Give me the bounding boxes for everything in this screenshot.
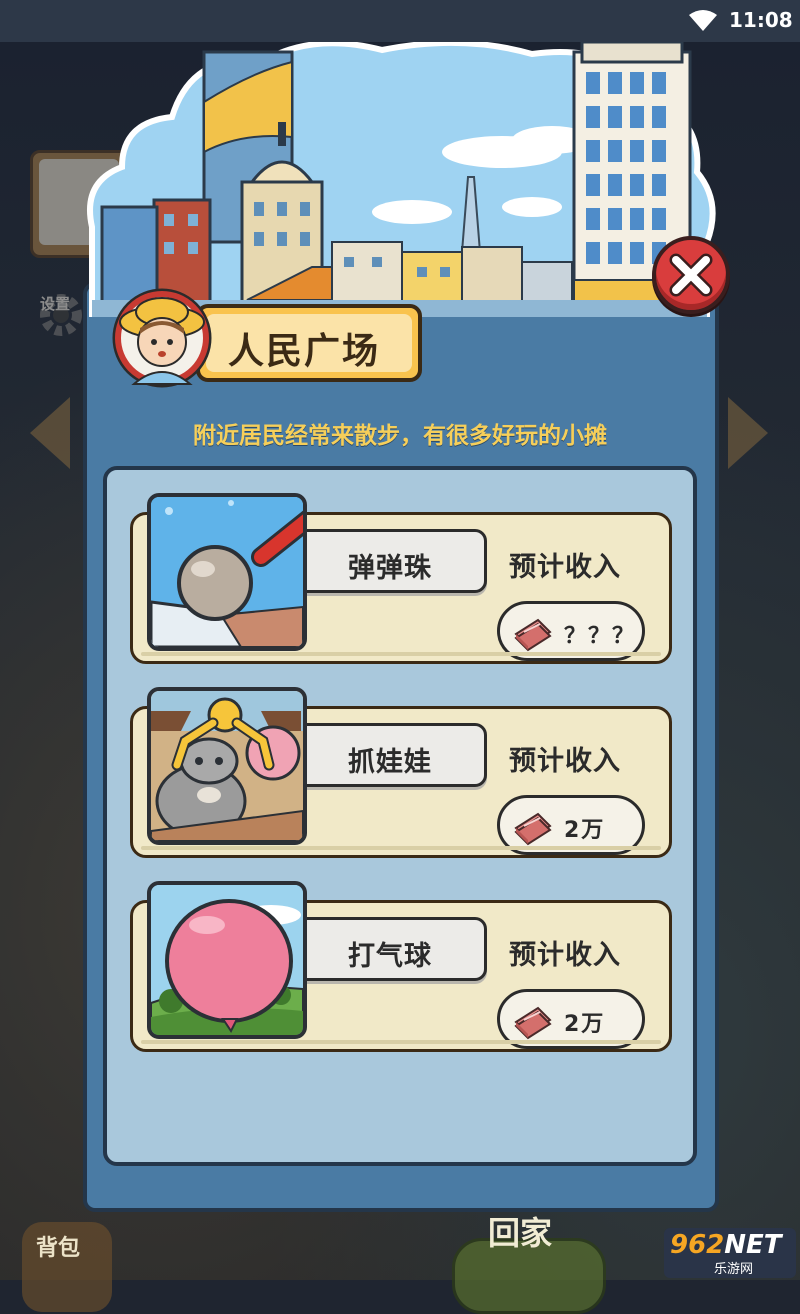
balloon-thumbnail [147,881,307,1039]
next-map-arrow [728,397,768,469]
location-description: 附近居民经常来散步，有很多好玩的小摊 [193,423,607,449]
money-icon [514,618,552,652]
prev-map-arrow [30,397,70,469]
expected-income-value: 2万 [564,1012,606,1037]
watermark-logo: 962NET [670,1230,782,1260]
expected-income-label: 预计收入 [509,940,621,971]
location-title-plate: 人民广场 [196,304,422,382]
stall-card-claw-machine[interactable]: 抓娃娃 预计收入 2万 [130,687,672,858]
money-icon [514,1006,552,1040]
expected-income-pill: ？？？ [497,601,645,661]
stall-card-balloon[interactable]: 打气球 预计收入 2万 [130,881,672,1052]
city-skyline-illustration [87,42,716,317]
stall-name-box: 打气球 [293,917,487,981]
watermark-brand: 962 [670,1230,725,1260]
expected-income-label: 预计收入 [509,552,621,583]
marbles-thumbnail [147,493,307,651]
watermark-brand-suffix: NET [724,1230,782,1260]
stall-card-marbles[interactable]: 弹弹珠 预计收入 ？？？ [130,493,672,664]
close-button[interactable] [652,236,730,314]
stall-name: 打气球 [348,941,432,972]
claw-machine-thumbnail [147,687,307,845]
watermark-subtitle: 乐游网 [714,1262,754,1277]
expected-income-pill: 2万 [497,989,645,1049]
stall-name: 抓娃娃 [348,747,432,778]
stall-name-box: 抓娃娃 [293,723,487,787]
expected-income-pill: 2万 [497,795,645,855]
stall-name: 弹弹珠 [348,553,432,584]
status-bar: 11:08 [0,0,800,42]
character-avatar [112,288,212,388]
status-time: 11:08 [729,8,793,32]
expected-income-label: 预计收入 [509,746,621,777]
stall-name-box: 弹弹珠 [293,529,487,593]
backpack-label: 背包 [36,1236,81,1261]
site-watermark: 962NET 乐游网 [664,1228,796,1278]
close-icon [669,253,713,297]
home-label: 回家 [488,1214,553,1252]
expected-income-value: ？？？ [564,624,637,649]
expected-income-value: 2万 [564,818,606,843]
money-icon [514,812,552,846]
settings-label: 设置 [40,295,71,313]
wifi-icon [689,10,717,31]
location-title: 人民广场 [228,331,381,372]
